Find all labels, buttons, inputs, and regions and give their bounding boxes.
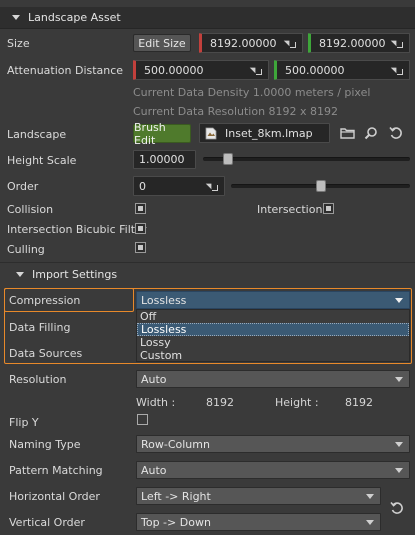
- intersection-checkbox[interactable]: [323, 203, 334, 214]
- landscape-asset-section-header[interactable]: Landscape Asset: [0, 7, 415, 29]
- check-mark-icon: [138, 206, 143, 211]
- resize-arrow-icon: [206, 181, 218, 191]
- brush-edit-button-label: Brush Edit: [134, 120, 166, 147]
- flip-y-label: Flip Y: [9, 416, 39, 429]
- compression-option-off[interactable]: Off: [137, 310, 409, 323]
- landscape-file-name: Inset_8km.lmap: [225, 126, 313, 140]
- search-icon[interactable]: [362, 124, 380, 142]
- height-label: Height :: [275, 396, 319, 409]
- width-label: Width :: [136, 396, 176, 409]
- reset-icon[interactable]: [387, 124, 405, 142]
- height-value: 8192: [345, 396, 373, 409]
- data-resolution-info: Current Data Resolution 8192 x 8192: [133, 105, 339, 118]
- order-label: Order: [7, 180, 39, 193]
- resolution-dropdown[interactable]: Auto: [136, 370, 410, 388]
- size-y-field[interactable]: 8192.00000: [308, 33, 410, 53]
- naming-type-dropdown[interactable]: Row-Column: [136, 435, 410, 453]
- section-title: Import Settings: [32, 267, 118, 281]
- compression-options-list: Off Lossless Lossy Custom: [136, 309, 410, 362]
- pattern-matching-value: Auto: [141, 463, 167, 477]
- attenuation-y-value: 500.00000: [285, 63, 345, 77]
- resize-arrow-icon: [391, 65, 403, 75]
- edit-size-button-label: Edit Size: [138, 36, 186, 50]
- collapse-triangle-icon[interactable]: [16, 271, 24, 277]
- attenuation-distance-label: Attenuation Distance: [7, 64, 124, 77]
- collision-label: Collision: [7, 203, 54, 216]
- size-y-value: 8192.00000: [319, 36, 386, 50]
- data-filling-label: Data Filling: [9, 321, 71, 334]
- attenuation-x-value: 500.00000: [144, 63, 204, 77]
- chevron-down-icon: [366, 493, 374, 499]
- naming-type-value: Row-Column: [141, 437, 210, 451]
- bicubic-filter-checkbox[interactable]: [135, 223, 146, 234]
- compression-option-custom[interactable]: Custom: [137, 349, 409, 362]
- compression-option-lossy[interactable]: Lossy: [137, 336, 409, 349]
- compression-dropdown[interactable]: Lossless: [136, 291, 410, 309]
- chevron-down-icon: [395, 297, 403, 303]
- check-mark-icon: [326, 206, 331, 211]
- height-scale-field[interactable]: 1.00000: [133, 150, 196, 169]
- bicubic-filter-label: Intersection Bicubic Filter: [7, 223, 147, 236]
- intersection-label: Intersection: [257, 203, 323, 216]
- vertical-order-value: Top -> Down: [141, 515, 211, 529]
- chevron-down-icon: [395, 467, 403, 473]
- attenuation-y-field[interactable]: 500.00000: [274, 60, 410, 80]
- resolution-value: Auto: [141, 372, 167, 386]
- landscape-file-field[interactable]: Inset_8km.lmap: [199, 123, 330, 143]
- culling-checkbox[interactable]: [135, 242, 146, 253]
- resize-arrow-icon: [391, 38, 403, 48]
- pattern-matching-dropdown[interactable]: Auto: [136, 461, 410, 479]
- order-slider-knob[interactable]: [316, 180, 326, 192]
- check-mark-icon: [138, 245, 143, 250]
- height-scale-slider-knob[interactable]: [223, 153, 233, 165]
- pattern-matching-label: Pattern Matching: [9, 464, 103, 477]
- landscape-label: Landscape: [7, 128, 67, 141]
- section-title: Landscape Asset: [28, 11, 121, 24]
- horizontal-order-label: Horizontal Order: [9, 490, 100, 503]
- file-icon: [205, 127, 217, 139]
- edit-size-button[interactable]: Edit Size: [133, 34, 191, 52]
- resize-arrow-icon: [284, 38, 296, 48]
- collapse-triangle-icon[interactable]: [12, 15, 20, 20]
- resize-arrow-icon: [250, 65, 262, 75]
- chevron-down-icon: [395, 376, 403, 382]
- check-mark-icon: [138, 226, 143, 231]
- compression-option-lossless[interactable]: Lossless: [137, 323, 409, 336]
- order-value: 0: [139, 179, 146, 193]
- height-scale-slider-track[interactable]: [203, 157, 410, 161]
- import-settings-section-header[interactable]: Import Settings: [0, 263, 415, 285]
- compression-label: Compression: [9, 294, 81, 307]
- vertical-order-label: Vertical Order: [9, 516, 85, 529]
- attenuation-x-field[interactable]: 500.00000: [133, 60, 269, 80]
- data-density-info: Current Data Density 1.0000 meters / pix…: [133, 86, 371, 99]
- folder-icon[interactable]: [338, 124, 356, 142]
- reset-order-icon[interactable]: [388, 499, 406, 517]
- resolution-label: Resolution: [9, 373, 67, 386]
- data-sources-label: Data Sources: [9, 347, 83, 360]
- horizontal-order-value: Left -> Right: [141, 489, 211, 503]
- width-value: 8192: [206, 396, 234, 409]
- chevron-down-icon: [366, 519, 374, 525]
- order-field[interactable]: 0: [133, 176, 225, 196]
- size-label: Size: [7, 37, 30, 50]
- height-scale-value: 1.00000: [139, 153, 185, 166]
- culling-label: Culling: [7, 243, 45, 256]
- vertical-order-dropdown[interactable]: Top -> Down: [136, 513, 381, 531]
- horizontal-order-dropdown[interactable]: Left -> Right: [136, 487, 381, 505]
- naming-type-label: Naming Type: [9, 438, 81, 451]
- size-x-value: 8192.00000: [210, 36, 277, 50]
- compression-value: Lossless: [141, 293, 187, 307]
- brush-edit-button[interactable]: Brush Edit: [133, 121, 191, 147]
- chevron-down-icon: [395, 441, 403, 447]
- height-scale-label: Height Scale: [7, 154, 77, 167]
- collision-checkbox[interactable]: [135, 203, 146, 214]
- size-x-field[interactable]: 8192.00000: [199, 33, 303, 53]
- flip-y-checkbox[interactable]: [137, 414, 148, 425]
